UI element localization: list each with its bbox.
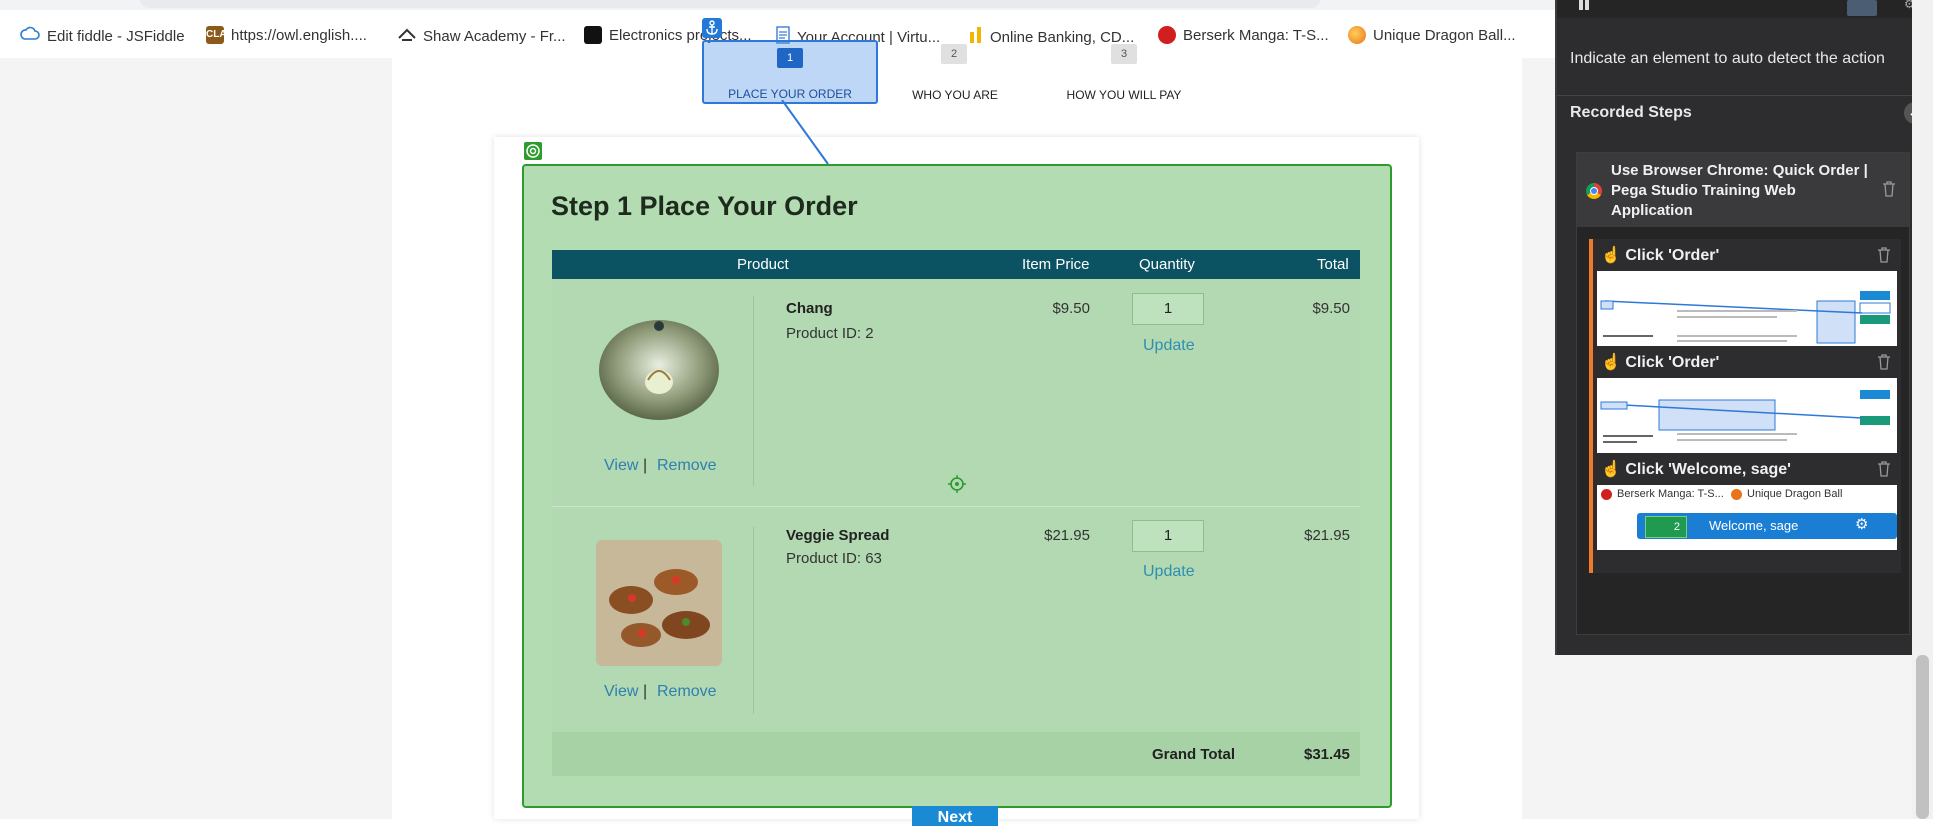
step-thumbnail bbox=[1597, 271, 1897, 356]
recorded-steps-title: Recorded Steps bbox=[1570, 104, 1692, 121]
next-button[interactable]: Next bbox=[912, 806, 998, 826]
item-price: $9.50 bbox=[1052, 300, 1090, 317]
step-label: ☝ Click 'Order' bbox=[1601, 247, 1720, 264]
step-label: ☝ Click 'Order' bbox=[1601, 354, 1720, 371]
click-action-icon: ☝ bbox=[1601, 354, 1626, 371]
shaw-icon bbox=[398, 26, 416, 46]
wizard-step-2-label: WHO YOU ARE bbox=[912, 88, 998, 102]
anchor-connector-line bbox=[781, 100, 829, 165]
thumb-welcome-bar: 2 Welcome, sage ⚙ bbox=[1637, 513, 1897, 539]
column-product: Product bbox=[737, 256, 789, 273]
chrome-icon bbox=[1586, 183, 1602, 199]
product-image-veggie-spread[interactable] bbox=[596, 540, 722, 666]
product-id: Product ID: 2 bbox=[786, 325, 874, 342]
crosshair-icon bbox=[948, 475, 966, 498]
wizard-step-2-number: 2 bbox=[941, 44, 967, 64]
berserk-icon bbox=[1601, 489, 1612, 500]
click-action-icon: ☝ bbox=[1601, 247, 1626, 264]
step-label: ☝ Click 'Welcome, sage' bbox=[1601, 461, 1791, 478]
product-image-chang[interactable] bbox=[596, 312, 722, 438]
link-separator: | bbox=[643, 683, 648, 700]
recorded-step[interactable]: ☝ Click 'Order' bbox=[1589, 346, 1901, 466]
recorded-step[interactable]: ☝ Click 'Welcome, sage' Berserk Manga: T… bbox=[1589, 453, 1901, 573]
step-thumbnail bbox=[1597, 378, 1897, 463]
cell-divider bbox=[753, 527, 754, 714]
wizard-step-1-number: 1 bbox=[777, 48, 803, 68]
owl-icon: CLA bbox=[206, 26, 227, 44]
cart-icon: 2 bbox=[1645, 516, 1687, 538]
update-link[interactable]: Update bbox=[1143, 563, 1195, 581]
grand-total-label: Grand Total bbox=[1152, 746, 1236, 763]
item-price: $21.95 bbox=[1044, 527, 1090, 544]
bank-icon bbox=[969, 26, 983, 48]
record-mode-button[interactable] bbox=[1847, 0, 1877, 16]
wizard-step-3-number: 3 bbox=[1111, 44, 1137, 64]
view-link[interactable]: View bbox=[604, 457, 638, 475]
recorded-step[interactable]: ☝ Click 'Order' bbox=[1589, 239, 1901, 359]
pause-icon[interactable] bbox=[1579, 0, 1583, 10]
berserk-icon bbox=[1158, 26, 1176, 44]
quantity-input[interactable]: 1 bbox=[1132, 520, 1204, 552]
view-link[interactable]: View bbox=[604, 683, 638, 701]
electronics-icon bbox=[584, 26, 602, 44]
row-total: $21.95 bbox=[1304, 527, 1350, 544]
pause-icon-bar bbox=[1585, 0, 1589, 10]
bookmark-owl[interactable]: CLA https://owl.english.... bbox=[206, 26, 367, 44]
product-name: Chang bbox=[786, 300, 833, 317]
group-header[interactable]: Use Browser Chrome: Quick Order | Pega S… bbox=[1577, 153, 1909, 227]
update-link[interactable]: Update bbox=[1143, 337, 1195, 355]
recorder-hint: Indicate an element to auto detect the a… bbox=[1570, 50, 1885, 67]
column-total: Total bbox=[1317, 256, 1349, 273]
wizard-step-3-label: HOW YOU WILL PAY bbox=[1066, 88, 1182, 102]
bookmark-jsfiddle[interactable]: Edit fiddle - JSFiddle bbox=[20, 26, 185, 46]
product-name: Veggie Spread bbox=[786, 527, 890, 544]
panel-divider bbox=[1557, 95, 1933, 96]
wizard-step-1-label[interactable]: PLACE YOUR ORDER bbox=[720, 87, 860, 101]
dragon-ball-icon bbox=[1731, 489, 1742, 500]
thumb-bookmarks: Berserk Manga: T-S... Unique Dragon Ball bbox=[1597, 485, 1897, 505]
anchor-icon bbox=[702, 18, 722, 38]
trash-icon[interactable] bbox=[1877, 354, 1891, 375]
click-action-icon: ☝ bbox=[1601, 461, 1626, 478]
gear-icon: ⚙ bbox=[1855, 516, 1869, 533]
quantity-input[interactable]: 1 bbox=[1132, 293, 1204, 325]
remove-link[interactable]: Remove bbox=[657, 683, 717, 701]
column-item-price: Item Price bbox=[1022, 256, 1090, 273]
step-thumbnail: Berserk Manga: T-S... Unique Dragon Ball… bbox=[1597, 485, 1897, 550]
bookmark-dragon-ball[interactable]: Unique Dragon Ball... bbox=[1348, 26, 1516, 44]
cloud-icon bbox=[20, 26, 40, 46]
column-quantity: Quantity bbox=[1139, 256, 1195, 273]
group-title: Use Browser Chrome: Quick Order | Pega S… bbox=[1611, 162, 1868, 219]
link-separator: | bbox=[643, 457, 648, 474]
product-id: Product ID: 63 bbox=[786, 550, 882, 567]
dragon-ball-icon bbox=[1348, 26, 1366, 44]
recorded-steps-group: Use Browser Chrome: Quick Order | Pega S… bbox=[1576, 152, 1910, 635]
address-bar[interactable] bbox=[140, 0, 1320, 8]
trash-icon[interactable] bbox=[1882, 181, 1896, 202]
bookmark-shaw-academy[interactable]: Shaw Academy - Fr... bbox=[398, 26, 566, 46]
grand-total-value: $31.45 bbox=[1304, 746, 1350, 763]
trash-icon[interactable] bbox=[1877, 461, 1891, 482]
page-title: Step 1 Place Your Order bbox=[551, 191, 858, 221]
bookmark-online-banking[interactable]: Online Banking, CD... bbox=[969, 26, 1134, 48]
page-scrollbar[interactable] bbox=[1912, 0, 1933, 819]
remove-link[interactable]: Remove bbox=[657, 457, 717, 475]
bookmark-berserk[interactable]: Berserk Manga: T-S... bbox=[1158, 26, 1329, 44]
cell-divider bbox=[753, 296, 754, 486]
scrollbar-thumb[interactable] bbox=[1916, 655, 1929, 819]
table-header: Product Item Price Quantity Total bbox=[552, 250, 1360, 279]
grand-total-row: Grand Total $31.45 bbox=[552, 732, 1360, 776]
recorder-panel: ⚙ Indicate an element to auto detect the… bbox=[1555, 0, 1933, 655]
panel-toolbar: ⚙ bbox=[1557, 0, 1933, 18]
row-total: $9.50 bbox=[1312, 300, 1350, 317]
target-icon bbox=[524, 142, 542, 160]
trash-icon[interactable] bbox=[1877, 247, 1891, 268]
